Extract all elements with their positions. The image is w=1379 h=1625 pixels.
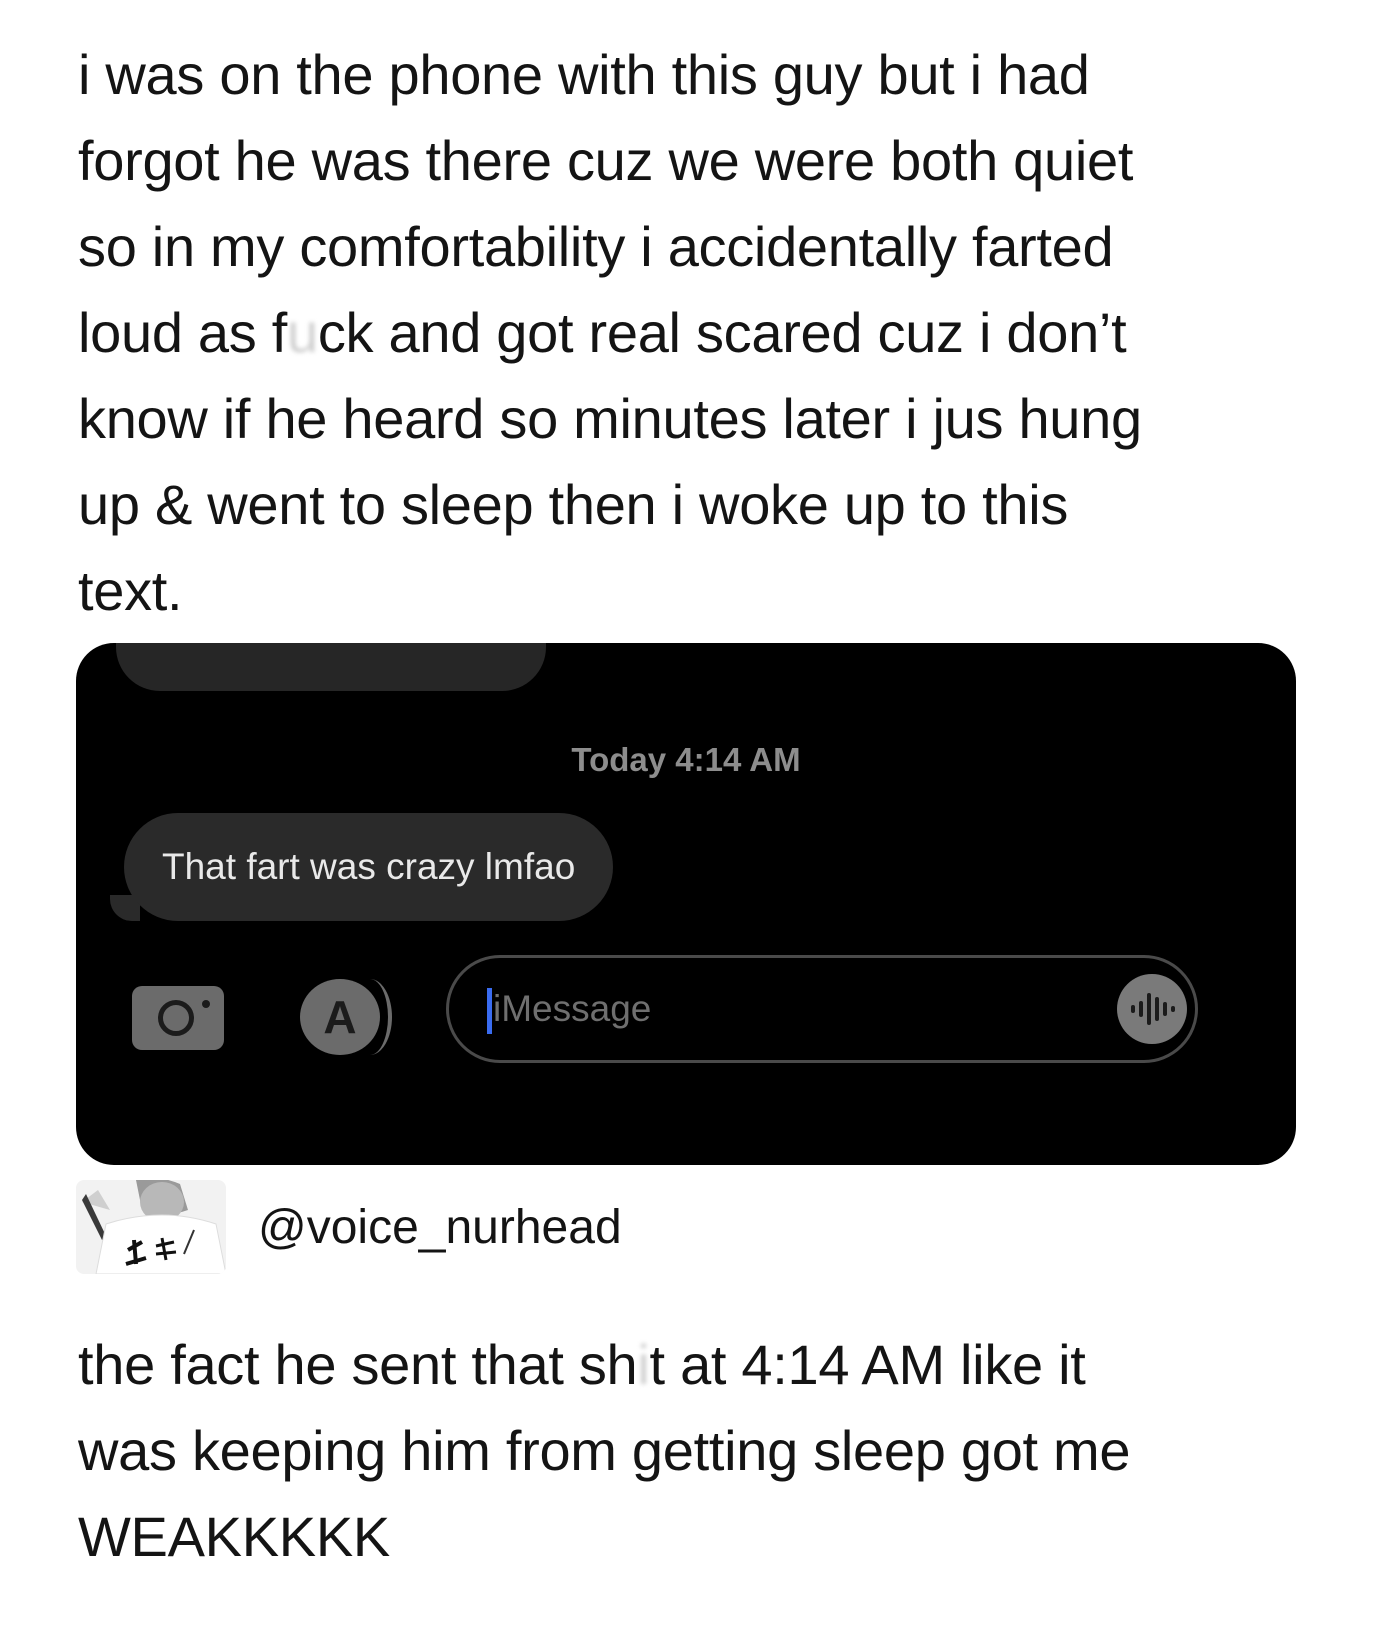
text-cursor (487, 988, 492, 1034)
avatar-image (76, 1180, 226, 1274)
caption-line-end: t at 4:14 AM like it (649, 1333, 1086, 1396)
post-line-start: loud as f (78, 301, 287, 364)
caption-text: the fact he sent that shit at 4:14 AM li… (78, 1322, 1338, 1580)
censored-letter: i (637, 1333, 650, 1396)
camera-flash-dot (202, 1000, 210, 1008)
author-handle[interactable]: @voice_nurhead (258, 1200, 622, 1255)
post-line: loud as fuck and got real scared cuz i d… (78, 290, 1338, 376)
post-line: up & went to sleep then i woke up to thi… (78, 473, 1069, 536)
caption-line-start: the fact he sent that sh (78, 1333, 638, 1396)
message-input[interactable]: iMessage (446, 955, 1198, 1063)
author-row: @voice_nurhead (76, 1180, 622, 1274)
post-line: so in my comfortability i accidentally f… (78, 215, 1114, 278)
post-line: i was on the phone with this guy but i h… (78, 43, 1090, 106)
post-text: i was on the phone with this guy but i h… (78, 32, 1338, 634)
post-line: forgot he was there cuz we were both qui… (78, 129, 1134, 192)
app-store-icon-arc (348, 979, 392, 1055)
post-line-end: ck and got real scared cuz i don’t (317, 301, 1127, 364)
post-line: text. (78, 559, 183, 622)
caption-line: was keeping him from getting sleep got m… (78, 1419, 1131, 1482)
caption-line: the fact he sent that shit at 4:14 AM li… (78, 1322, 1338, 1408)
audio-waveform-icon[interactable] (1117, 974, 1187, 1044)
message-placeholder: iMessage (493, 988, 652, 1029)
camera-icon[interactable] (132, 986, 224, 1050)
camera-lens (158, 1000, 194, 1036)
imessage-screenshot: Today 4:14 AM That fart was crazy lmfao … (76, 643, 1296, 1165)
censored-letter: u (287, 301, 318, 364)
incoming-message-bubble: That fart was crazy lmfao (124, 813, 614, 921)
caption-line: WEAKKKKK (78, 1505, 390, 1568)
post-line: know if he heard so minutes later i jus … (78, 387, 1142, 450)
avatar[interactable] (76, 1180, 226, 1274)
waveform-bars (1131, 991, 1175, 1027)
previous-message-bubble (116, 643, 546, 691)
message-timestamp: Today 4:14 AM (571, 741, 801, 778)
